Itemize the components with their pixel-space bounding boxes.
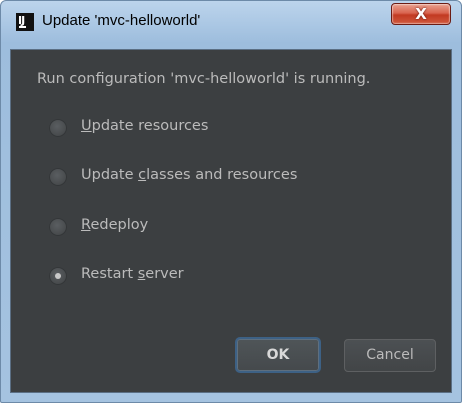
option-redeploy[interactable]: Redeploy bbox=[49, 216, 409, 240]
radio-selected-dot bbox=[55, 273, 61, 279]
radio-update-classes-and-resources[interactable] bbox=[49, 168, 67, 186]
option-label: Update classes and resources bbox=[81, 167, 298, 183]
cancel-button-label: Cancel bbox=[366, 347, 414, 363]
radio-update-resources[interactable] bbox=[49, 119, 67, 137]
update-dialog-window: IJ Update 'mvc-helloworld' X Run configu… bbox=[0, 0, 462, 403]
radio-redeploy[interactable] bbox=[49, 218, 67, 236]
status-message: Run configuration 'mvc-helloworld' is ru… bbox=[37, 71, 371, 87]
option-label: Update resources bbox=[81, 118, 209, 134]
option-update-resources[interactable]: Update resources bbox=[49, 117, 409, 141]
option-update-classes-and-resources[interactable]: Update classes and resources bbox=[49, 166, 409, 190]
intellij-idea-icon: IJ bbox=[16, 13, 34, 31]
option-label: Redeploy bbox=[81, 217, 149, 233]
radio-restart-server[interactable] bbox=[49, 267, 67, 285]
option-label: Restart server bbox=[81, 266, 184, 282]
dialog-content: Run configuration 'mvc-helloworld' is ru… bbox=[10, 49, 452, 393]
cancel-button[interactable]: Cancel bbox=[344, 339, 436, 372]
ok-button-label: OK bbox=[266, 347, 290, 363]
title-bar[interactable]: IJ Update 'mvc-helloworld' X bbox=[1, 1, 461, 41]
ok-button[interactable]: OK bbox=[235, 337, 321, 373]
close-button[interactable]: X bbox=[391, 3, 451, 25]
option-restart-server[interactable]: Restart server bbox=[49, 265, 409, 289]
close-icon: X bbox=[415, 5, 427, 23]
window-title: Update 'mvc-helloworld' bbox=[42, 12, 201, 29]
